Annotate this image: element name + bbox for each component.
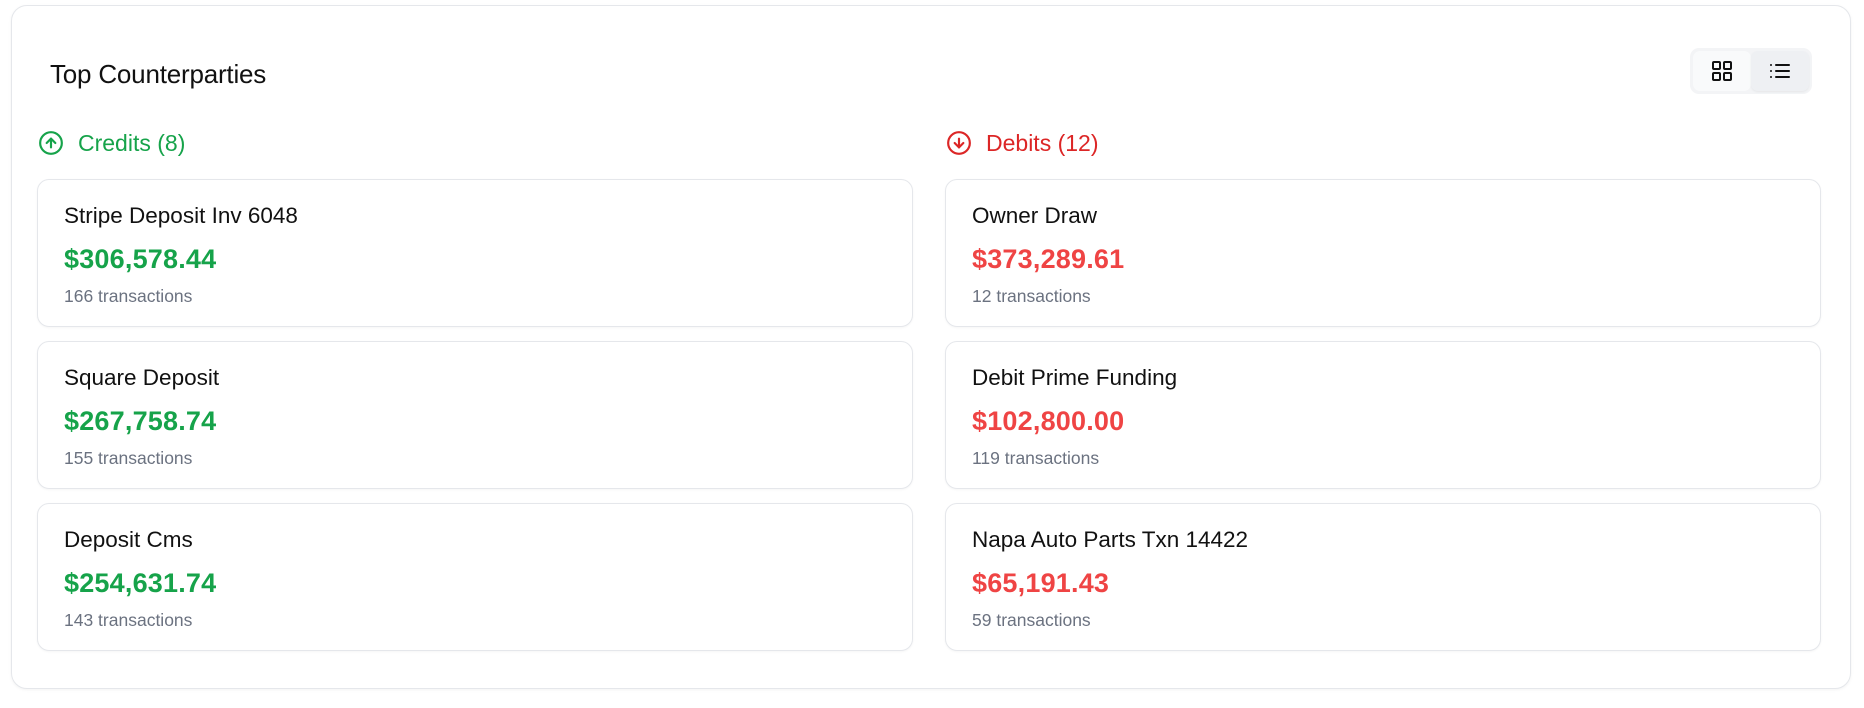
counterparty-name: Debit Prime Funding <box>972 365 1178 390</box>
counterparty-amount: $267,758.74 <box>64 406 217 436</box>
credits-header: Credits (8) <box>38 126 913 160</box>
credits-column: Credits (8) Stripe Deposit Inv 6048 $306… <box>37 126 913 665</box>
counterparty-amount: $306,578.44 <box>64 244 217 274</box>
list-icon <box>1770 64 1790 78</box>
debits-column: Debits (12) Owner Draw $373,289.61 12 tr… <box>945 126 1821 665</box>
counterparty-amount: $65,191.43 <box>972 568 1110 598</box>
counterparty-amount: $254,631.74 <box>64 568 217 598</box>
transaction-count: 166 transactions <box>64 286 193 306</box>
debits-header-label: Debits (12) <box>986 130 1099 156</box>
grid-icon <box>1712 61 1732 81</box>
counterparty-card[interactable]: Debit Prime Funding $102,800.00 119 tran… <box>945 341 1821 489</box>
transaction-count: 155 transactions <box>64 448 193 468</box>
counterparty-name: Owner Draw <box>972 203 1098 228</box>
counterparty-amount: $102,800.00 <box>972 406 1125 436</box>
grid-view-button[interactable] <box>1693 51 1751 91</box>
counterparty-card[interactable]: Square Deposit $267,758.74 155 transacti… <box>37 341 913 489</box>
transaction-count: 59 transactions <box>972 610 1091 630</box>
counterparty-card[interactable]: Napa Auto Parts Txn 14422 $65,191.43 59 … <box>945 503 1821 651</box>
counterparty-name: Square Deposit <box>64 365 220 390</box>
list-view-button[interactable] <box>1751 51 1809 91</box>
transaction-count: 143 transactions <box>64 610 193 630</box>
arrow-up-circle-icon <box>38 130 64 156</box>
debits-header: Debits (12) <box>946 126 1821 160</box>
transaction-count: 119 transactions <box>972 448 1100 468</box>
counterparty-name: Napa Auto Parts Txn 14422 <box>972 527 1249 552</box>
counterparty-card[interactable]: Stripe Deposit Inv 6048 $306,578.44 166 … <box>37 179 913 327</box>
transaction-count: 12 transactions <box>972 286 1091 306</box>
arrow-down-circle-icon <box>946 130 972 156</box>
counterparty-card[interactable]: Deposit Cms $254,631.74 143 transactions <box>37 503 913 651</box>
top-counterparties-panel: Top Counterparties Credits (8) Stripe De… <box>11 5 1851 689</box>
counterparty-card[interactable]: Owner Draw $373,289.61 12 transactions <box>945 179 1821 327</box>
panel-title: Top Counterparties <box>50 59 267 89</box>
counterparty-amount: $373,289.61 <box>972 244 1125 274</box>
counterparty-name: Stripe Deposit Inv 6048 <box>64 203 298 228</box>
view-toggle <box>1690 48 1812 94</box>
credits-header-label: Credits (8) <box>78 130 186 156</box>
counterparty-name: Deposit Cms <box>64 527 193 552</box>
